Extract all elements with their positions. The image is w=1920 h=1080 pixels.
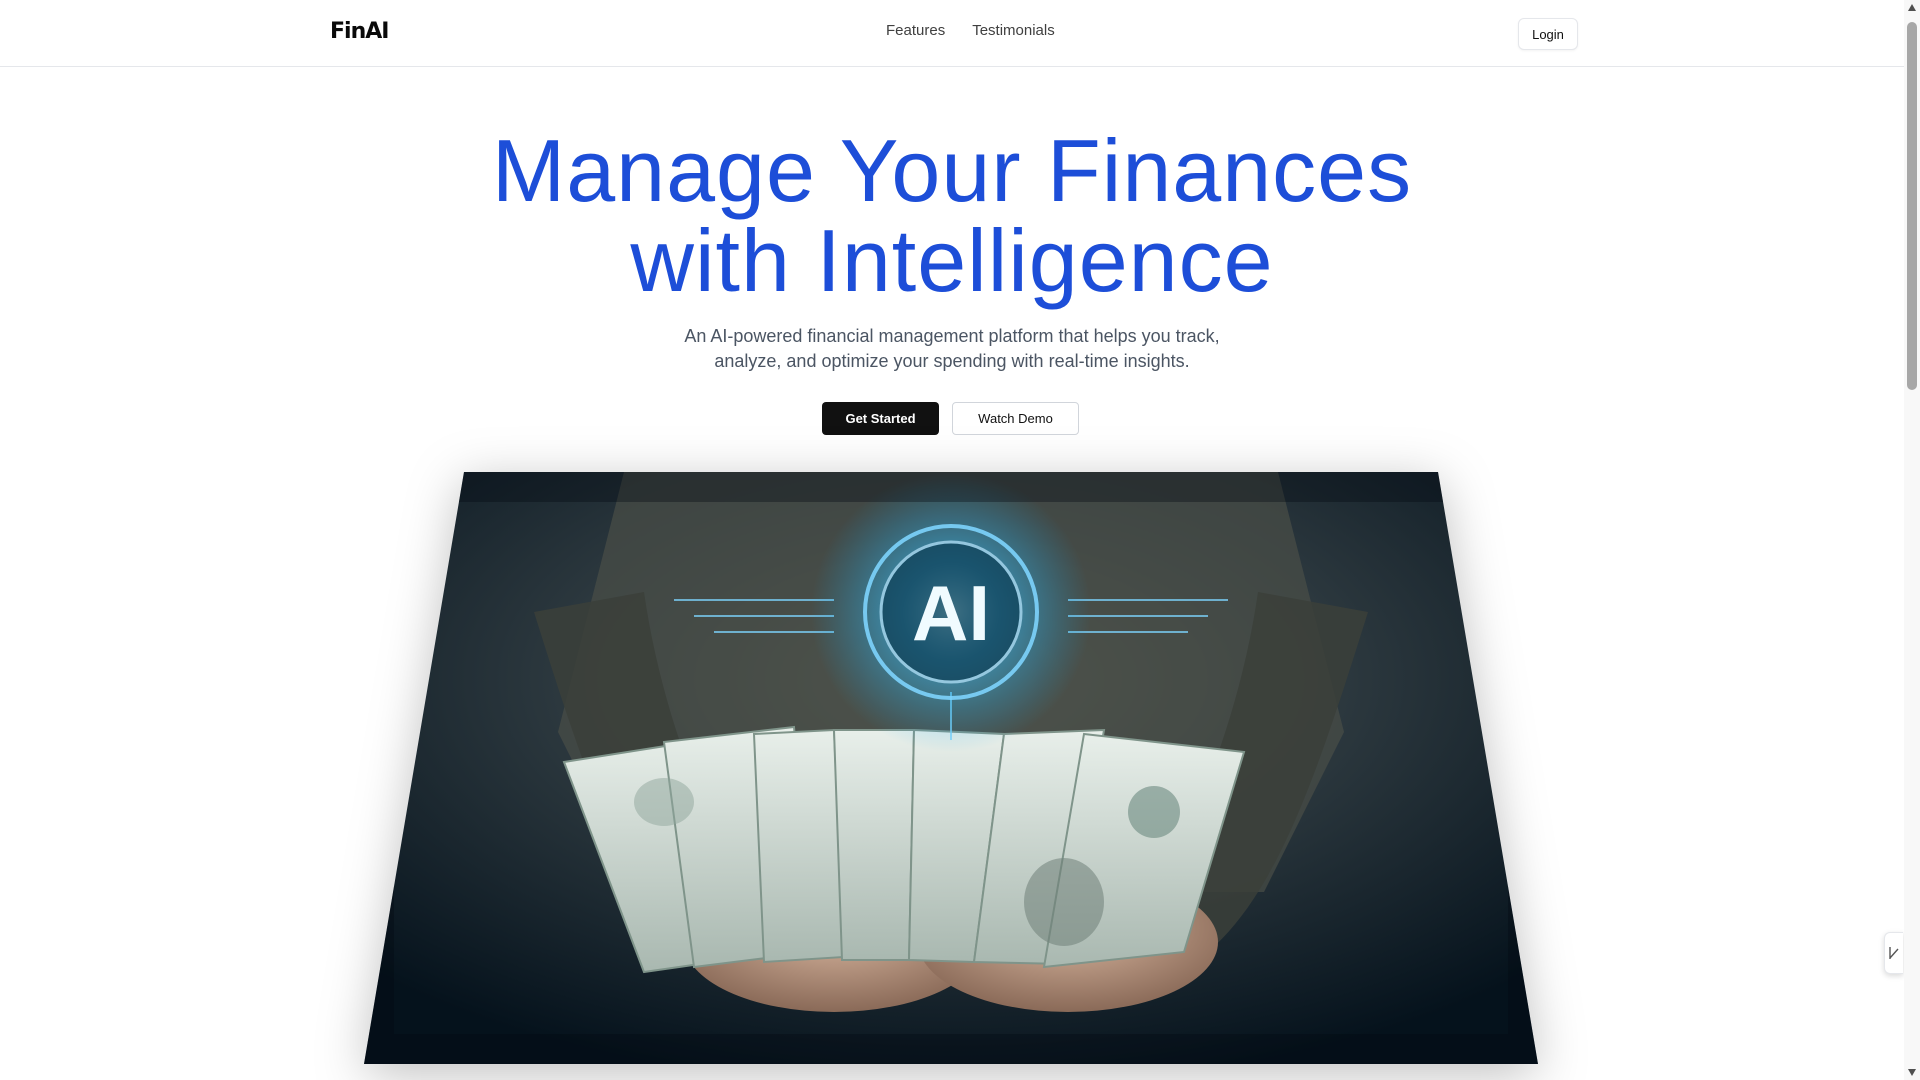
hero-subtitle-line-2: analyze, and optimize your spending with… — [714, 351, 1190, 371]
scroll-down-arrow-icon[interactable] — [1907, 1067, 1917, 1077]
side-widget-tab[interactable] — [1884, 932, 1903, 974]
main-nav: Features Testimonials — [886, 22, 1055, 39]
hero-subtitle: An AI-powered financial management platf… — [652, 324, 1252, 374]
hero-title: Manage Your Finances with Intelligence — [0, 126, 1904, 306]
login-button[interactable]: Login — [1518, 18, 1578, 50]
hero-image: AI — [364, 472, 1538, 1064]
trend-chart-icon — [1889, 947, 1899, 959]
nav-link-testimonials[interactable]: Testimonials — [972, 22, 1055, 39]
logo[interactable]: FinAI — [330, 19, 389, 44]
watch-demo-button[interactable]: Watch Demo — [952, 402, 1079, 435]
vertical-scrollbar[interactable] — [1904, 0, 1920, 1080]
hero-title-line-2: with Intelligence — [630, 211, 1274, 310]
scroll-up-arrow-icon[interactable] — [1907, 3, 1917, 13]
page: FinAI Features Testimonials Login Manage… — [0, 0, 1904, 1080]
ai-badge-text: AI — [912, 569, 990, 657]
hero-subtitle-line-1: An AI-powered financial management platf… — [684, 326, 1220, 346]
hero-title-line-1: Manage Your Finances — [491, 121, 1413, 220]
site-header: FinAI Features Testimonials Login — [0, 0, 1904, 67]
nav-link-features[interactable]: Features — [886, 22, 945, 39]
scrollbar-thumb[interactable] — [1907, 22, 1917, 390]
get-started-button[interactable]: Get Started — [822, 402, 939, 435]
